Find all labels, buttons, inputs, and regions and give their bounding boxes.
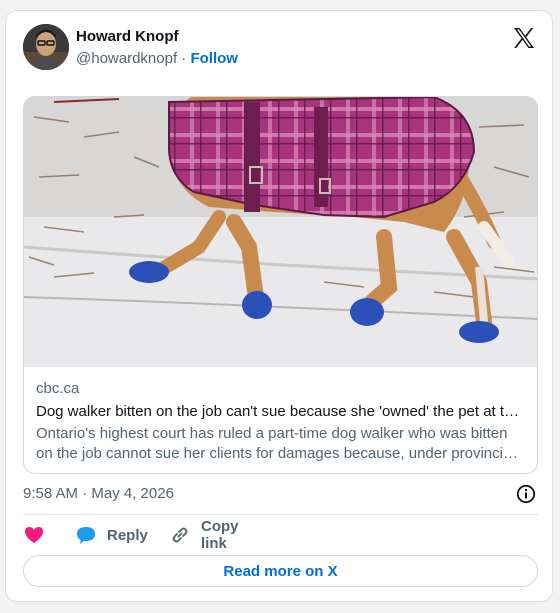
author-name[interactable]: Howard Knopf <box>76 28 179 45</box>
copy-link-button[interactable]: Copy link <box>169 518 239 552</box>
like-button[interactable] <box>23 523 45 547</box>
divider <box>23 514 538 515</box>
speech-bubble-icon <box>75 524 97 546</box>
x-logo-icon[interactable] <box>512 26 536 50</box>
tweet-embed-card: Howard Knopf @howardknopf · Follow cbc.c… <box>5 10 553 602</box>
link-description: Ontario's highest court has ruled a part… <box>36 425 518 462</box>
heart-icon <box>23 524 45 546</box>
link-icon <box>169 524 191 546</box>
author-handle[interactable]: @howardknopf <box>76 50 177 67</box>
info-icon[interactable] <box>516 484 536 504</box>
avatar[interactable] <box>23 24 69 70</box>
follow-button[interactable]: Follow <box>190 50 238 67</box>
article-image <box>24 97 537 367</box>
tweet-timestamp[interactable]: 9:58 AM · May 4, 2026 <box>23 485 174 502</box>
link-domain: cbc.ca <box>36 380 80 397</box>
copy-link-label: Copy link <box>201 518 239 552</box>
handle-separator: · <box>181 50 187 67</box>
link-title: Dog walker bitten on the job can't sue b… <box>36 403 520 420</box>
reply-label: Reply <box>107 526 148 544</box>
author-handle-line: @howardknopf · Follow <box>76 50 238 67</box>
read-more-button[interactable]: Read more on X <box>23 555 538 587</box>
reply-button[interactable]: Reply <box>75 523 148 547</box>
link-preview-card[interactable]: cbc.ca Dog walker bitten on the job can'… <box>23 96 538 474</box>
